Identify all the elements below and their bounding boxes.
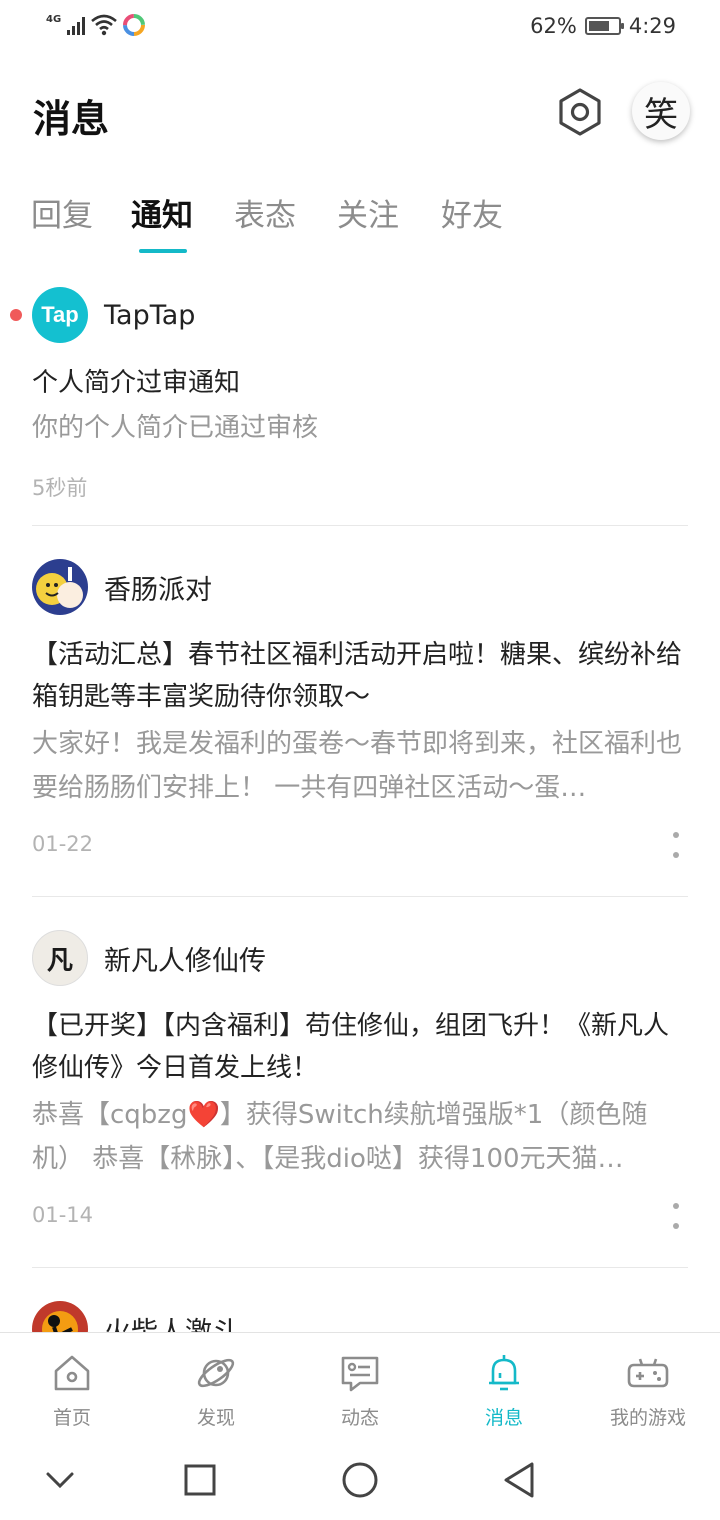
nav-messages-label: 消息 xyxy=(484,1407,523,1429)
home-icon xyxy=(54,1355,90,1391)
notification-body: 你的个人简介已通过审核 xyxy=(32,413,319,443)
system-navigation-bar xyxy=(0,1440,720,1520)
wifi-icon xyxy=(91,14,118,36)
nav-discover-label: 发现 xyxy=(196,1407,235,1429)
divider xyxy=(32,525,688,526)
notification-item[interactable]: 火柴人激斗 xyxy=(0,1300,720,1332)
card-header: 火柴人激斗 xyxy=(32,1300,239,1332)
nav-messages[interactable]: 消息 xyxy=(432,1351,576,1435)
tab-friends[interactable]: 好友 xyxy=(441,190,503,235)
bell-icon xyxy=(489,1355,519,1391)
nav-home[interactable]: 首页 xyxy=(0,1351,144,1435)
tab-notification[interactable]: 通知 xyxy=(131,190,193,235)
sender-name: 香肠派对 xyxy=(104,574,212,606)
status-bar: 4G 62% 4:29 xyxy=(0,0,720,56)
gamepad-icon xyxy=(627,1358,669,1388)
app-notification-icon xyxy=(123,14,146,36)
nav-home-label: 首页 xyxy=(52,1407,91,1429)
user-avatar[interactable]: 笑 xyxy=(632,82,690,140)
nav-feed[interactable]: 动态 xyxy=(288,1351,432,1435)
notification-item[interactable]: 香肠派对 【活动汇总】春节社区福利活动开启啦！糖果、缤纷补给箱钥匙等丰富奖励待你… xyxy=(0,558,720,858)
battery-percent: 62% xyxy=(530,14,577,38)
feed-icon xyxy=(341,1356,379,1392)
notification-list: Tap TapTap 个人简介过审通知 你的个人简介已通过审核 5秒前 香肠派对… xyxy=(0,280,720,1332)
game-avatar xyxy=(32,559,88,615)
avatar-char: 笑 xyxy=(644,94,678,135)
status-left: 4G xyxy=(46,13,146,36)
tab-reply[interactable]: 回复 xyxy=(31,190,93,235)
game-avatar xyxy=(32,1301,88,1332)
tab-reaction[interactable]: 表态 xyxy=(234,190,296,235)
game-avatar: 凡 xyxy=(32,930,88,986)
home-circle-icon[interactable] xyxy=(340,1460,380,1500)
notification-title: 【已开奖】【内含福利】苟住修仙，组团飞升！《新凡人修仙传》今日首发上线！ xyxy=(32,1011,670,1083)
bottom-navigation: 首页 发现 动态 消息 我的游戏 xyxy=(0,1332,720,1440)
notification-item[interactable]: 凡 新凡人修仙传 【已开奖】【内含福利】苟住修仙，组团飞升！《新凡人修仙传》今日… xyxy=(0,929,720,1229)
divider xyxy=(32,896,688,897)
settings-hexagon-icon[interactable] xyxy=(552,84,608,140)
status-right: 62% 4:29 xyxy=(530,14,676,38)
notification-time: 5秒前 xyxy=(32,476,88,500)
collapse-chevron-icon[interactable] xyxy=(40,1460,80,1500)
network-type: 4G xyxy=(46,13,62,25)
header: 消息 笑 xyxy=(0,80,720,150)
message-tabs: 回复 通知 表态 关注 好友 xyxy=(0,190,720,260)
back-triangle-icon[interactable] xyxy=(500,1460,540,1500)
notification-time: 01-22 xyxy=(32,832,94,856)
nav-my-games[interactable]: 我的游戏 xyxy=(576,1351,720,1435)
clock: 4:29 xyxy=(628,14,676,38)
more-options-icon[interactable] xyxy=(670,832,682,858)
divider xyxy=(32,1267,688,1268)
notification-title: 【活动汇总】春节社区福利活动开启啦！糖果、缤纷补给箱钥匙等丰富奖励待你领取～ xyxy=(32,640,683,712)
notification-body: 大家好！我是发福利的蛋卷～春节即将到来，社区福利也要给肠肠们安排上！ 一共有四弹… xyxy=(32,729,683,803)
tab-follow[interactable]: 关注 xyxy=(337,190,399,235)
notification-title: 个人简介过审通知 xyxy=(32,368,241,398)
notification-item[interactable]: Tap TapTap 个人简介过审通知 你的个人简介已通过审核 5秒前 xyxy=(0,286,720,526)
nav-discover[interactable]: 发现 xyxy=(144,1351,288,1435)
active-tab-indicator xyxy=(139,249,187,253)
sender-name: 火柴人激斗 xyxy=(104,1316,239,1333)
card-header: 凡 新凡人修仙传 xyxy=(32,929,266,987)
sender-name: TapTap xyxy=(104,299,196,331)
unread-dot xyxy=(10,309,22,321)
signal-icon xyxy=(67,15,86,35)
taptap-logo: Tap xyxy=(32,287,88,343)
card-header: Tap TapTap xyxy=(32,286,195,344)
card-header: 香肠派对 xyxy=(32,558,212,616)
more-options-icon[interactable] xyxy=(670,1203,682,1229)
battery-icon xyxy=(584,17,624,35)
nav-my-games-label: 我的游戏 xyxy=(609,1407,686,1429)
nav-feed-label: 动态 xyxy=(340,1407,379,1429)
page-title: 消息 xyxy=(33,97,110,141)
notification-time: 01-14 xyxy=(32,1203,94,1227)
notification-body: 恭喜【cqbzg❤️】获得Switch续航增强版*1（颜色随机） 恭喜【秫脉】、… xyxy=(32,1100,648,1174)
recent-apps-icon[interactable] xyxy=(180,1460,220,1500)
planet-icon xyxy=(197,1358,235,1388)
sender-name: 新凡人修仙传 xyxy=(104,945,266,977)
